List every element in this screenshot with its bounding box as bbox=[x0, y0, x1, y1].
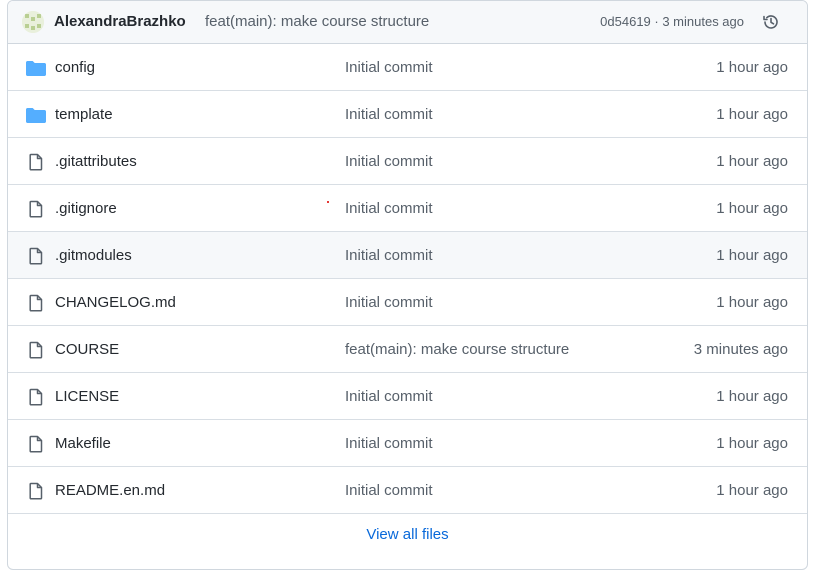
file-name-link[interactable]: .gitattributes bbox=[55, 153, 137, 170]
commit-author[interactable]: AlexandraBrazhko bbox=[54, 13, 186, 30]
file-name-link[interactable]: config bbox=[55, 59, 95, 76]
history-icon[interactable] bbox=[761, 12, 781, 32]
file-row[interactable]: template Initial commit 1 hour ago bbox=[8, 91, 807, 138]
file-commit-message[interactable]: Initial commit bbox=[345, 106, 433, 123]
file-commit-message[interactable]: Initial commit bbox=[345, 247, 433, 264]
file-row[interactable]: CHANGELOG.md Initial commit 1 hour ago bbox=[8, 279, 807, 326]
file-icon bbox=[25, 293, 47, 313]
file-row[interactable]: COURSE feat(main): make course structure 3… bbox=[8, 326, 807, 373]
file-name-link[interactable]: .gitmodules bbox=[55, 247, 132, 264]
commit-message[interactable]: feat(main): make course structure bbox=[205, 13, 429, 30]
file-row[interactable]: .gitmodules Initial commit 1 hour ago bbox=[8, 232, 807, 279]
file-commit-message[interactable]: Initial commit bbox=[345, 294, 433, 311]
stray-dot bbox=[327, 201, 329, 203]
file-icon bbox=[25, 340, 47, 360]
folder-icon bbox=[25, 105, 47, 125]
file-icon bbox=[25, 246, 47, 266]
file-commit-message[interactable]: feat(main): make course structure bbox=[345, 341, 569, 358]
file-name-link[interactable]: template bbox=[55, 106, 113, 123]
file-commit-age: 1 hour ago bbox=[716, 294, 788, 311]
folder-icon bbox=[25, 58, 47, 78]
file-row[interactable]: Makefile Initial commit 1 hour ago bbox=[8, 420, 807, 467]
file-list: config Initial commit 1 hour ago template In… bbox=[8, 44, 807, 514]
file-commit-message[interactable]: Initial commit bbox=[345, 153, 433, 170]
file-commit-message[interactable]: Initial commit bbox=[345, 59, 433, 76]
file-icon bbox=[25, 199, 47, 219]
file-row[interactable]: .gitattributes Initial commit 1 hour ago bbox=[8, 138, 807, 185]
file-icon bbox=[25, 152, 47, 172]
file-row[interactable]: .gitignore Initial commit 1 hour ago bbox=[8, 185, 807, 232]
file-commit-age: 1 hour ago bbox=[716, 247, 788, 264]
file-icon bbox=[25, 387, 47, 407]
file-name-link[interactable]: COURSE bbox=[55, 341, 119, 358]
file-row[interactable]: README.en.md Initial commit 1 hour ago bbox=[8, 467, 807, 514]
file-name-link[interactable]: Makefile bbox=[55, 435, 111, 452]
author-avatar[interactable] bbox=[22, 11, 44, 33]
view-all-files-link[interactable]: View all files bbox=[8, 526, 807, 543]
file-commit-message[interactable]: Initial commit bbox=[345, 388, 433, 405]
file-row[interactable]: config Initial commit 1 hour ago bbox=[8, 44, 807, 91]
file-commit-age: 3 minutes ago bbox=[693, 341, 788, 358]
file-commit-message[interactable]: Initial commit bbox=[345, 482, 433, 499]
file-icon bbox=[25, 481, 47, 501]
file-commit-age: 1 hour ago bbox=[716, 435, 788, 452]
file-commit-age: 1 hour ago bbox=[716, 153, 788, 170]
file-name-link[interactable]: CHANGELOG.md bbox=[55, 294, 176, 311]
file-icon bbox=[25, 434, 47, 454]
file-name-link[interactable]: README.en.md bbox=[55, 482, 165, 499]
file-list-footer: View all files bbox=[8, 514, 807, 558]
file-commit-message[interactable]: Initial commit bbox=[345, 200, 433, 217]
file-name-link[interactable]: .gitignore bbox=[55, 200, 117, 217]
latest-commit-bar: AlexandraBrazhko feat(main): make course… bbox=[8, 1, 807, 44]
file-commit-age: 1 hour ago bbox=[716, 59, 788, 76]
file-browser: AlexandraBrazhko feat(main): make course… bbox=[7, 0, 808, 570]
file-commit-age: 1 hour ago bbox=[716, 200, 788, 217]
file-name-link[interactable]: LICENSE bbox=[55, 388, 119, 405]
file-commit-message[interactable]: Initial commit bbox=[345, 435, 433, 452]
file-commit-age: 1 hour ago bbox=[716, 106, 788, 123]
file-commit-age: 1 hour ago bbox=[716, 388, 788, 405]
file-commit-age: 1 hour ago bbox=[716, 482, 788, 499]
file-row[interactable]: LICENSE Initial commit 1 hour ago bbox=[8, 373, 807, 420]
commit-sha-time[interactable]: 0d54619 · 3 minutes ago bbox=[600, 14, 744, 29]
